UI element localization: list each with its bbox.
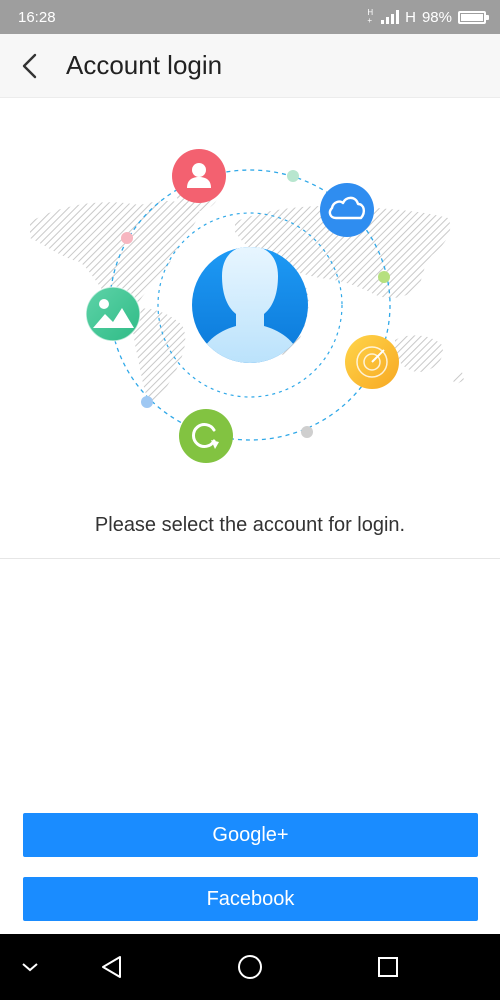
user-avatar-icon bbox=[192, 247, 308, 363]
battery-percent: 98% bbox=[421, 8, 452, 26]
back-triangle-icon bbox=[102, 956, 121, 978]
home-circle-icon bbox=[238, 955, 262, 979]
chevron-down-icon bbox=[22, 963, 38, 972]
nav-home-button[interactable] bbox=[230, 934, 270, 1000]
app-header: Account login bbox=[0, 34, 500, 98]
nav-back-button[interactable] bbox=[92, 934, 132, 1000]
hide-nav-button[interactable] bbox=[10, 934, 50, 1000]
nav-recents-button[interactable] bbox=[368, 934, 408, 1000]
account-illustration bbox=[30, 149, 464, 463]
dot-decoration bbox=[121, 232, 133, 244]
back-button[interactable] bbox=[0, 34, 60, 98]
dot-decoration bbox=[287, 170, 299, 182]
status-time: 16:28 bbox=[18, 8, 56, 26]
network-hplus-icon: H + bbox=[367, 8, 374, 25]
status-bar: 16:28 H + H 98% bbox=[0, 0, 500, 34]
google-login-button[interactable]: Google+ bbox=[23, 813, 478, 857]
signal-icon bbox=[381, 10, 400, 24]
navigation-bar bbox=[0, 934, 500, 1000]
recents-square-icon bbox=[378, 957, 398, 977]
gallery-icon bbox=[85, 286, 141, 342]
page-title: Account login bbox=[66, 50, 223, 80]
divider bbox=[0, 558, 500, 559]
dot-decoration bbox=[378, 271, 390, 283]
status-indicators: H + H 98% bbox=[367, 8, 489, 26]
dot-decoration bbox=[301, 426, 313, 438]
cloud-icon bbox=[320, 183, 374, 237]
person-icon bbox=[172, 149, 226, 203]
battery-icon bbox=[458, 10, 489, 24]
radar-icon bbox=[345, 335, 399, 389]
facebook-login-button[interactable]: Facebook bbox=[23, 877, 478, 921]
dot-decoration bbox=[141, 396, 153, 408]
chevron-left-icon bbox=[22, 53, 37, 78]
login-prompt: Please select the account for login. bbox=[94, 514, 406, 536]
network-type: H bbox=[405, 8, 416, 26]
refresh-icon bbox=[179, 409, 233, 463]
